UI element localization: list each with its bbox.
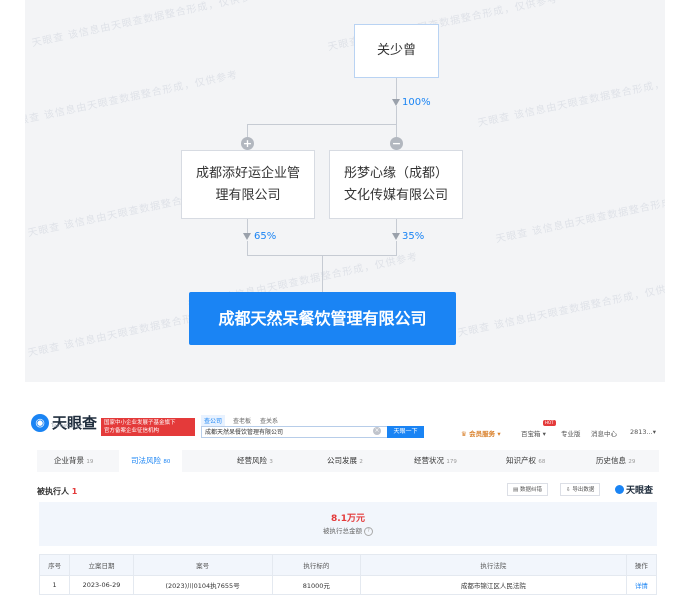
summary-box: 8.1万元 被执行总金额? [39, 502, 657, 546]
data-correct-label: 数据纠错 [519, 487, 542, 493]
data-correct-button[interactable]: ▤ 数据纠错 [507, 483, 548, 496]
table-header-row: 序号 立案日期 案号 执行标的 执行法院 操作 [38, 554, 658, 576]
col-header: 执行法院 [360, 554, 627, 576]
tab-ip[interactable]: 知识产权 68 [506, 450, 545, 472]
company-page: ◉ 天眼查 TianYanCha.com 国家中小企业发展子基金旗下 官方备案企… [29, 406, 665, 602]
search-input[interactable]: 成都天然呆餐饮管理有限公司 [201, 426, 387, 438]
certification-badge: 国家中小企业发展子基金旗下 官方备案企业征信机构 [101, 418, 195, 436]
collapse-icon[interactable]: − [390, 137, 403, 150]
section-logo-text: 天眼查 [626, 486, 654, 496]
cell-court: 成都市锦江区人民法院 [360, 575, 627, 595]
watermark: 天眼查 该信息由天眼查数据整合形成，仅供参考 [476, 69, 665, 130]
clear-icon[interactable]: × [373, 427, 381, 435]
connector-line [396, 106, 397, 124]
tab-business-risk[interactable]: 经营风险 3 [237, 450, 273, 472]
section-title-text: 被执行人 [37, 487, 69, 496]
tab-history[interactable]: 历史信息 29 [596, 450, 635, 472]
shareholder-node-top[interactable]: 关少曾 [354, 24, 439, 78]
site-header: ◉ 天眼查 TianYanCha.com 国家中小企业发展子基金旗下 官方备案企… [29, 406, 665, 446]
document-icon: ▤ [513, 487, 520, 493]
expand-icon[interactable]: + [241, 137, 254, 150]
vip-label: 会员服务 [469, 430, 496, 438]
export-data-button[interactable]: ⇩ 导出数据 [560, 483, 601, 496]
arrow-down-icon [392, 233, 400, 240]
arrow-down-icon [243, 233, 251, 240]
hot-badge: HOT [543, 420, 556, 426]
connector-line [322, 255, 323, 292]
watermark: 天眼查 该信息由天眼查数据整合形成，仅供参考 [25, 69, 240, 130]
col-header: 操作 [625, 554, 658, 576]
connector-line [247, 219, 248, 233]
tab-development[interactable]: 公司发展 2 [327, 450, 363, 472]
summary-value: 8.1万元 [331, 514, 365, 524]
connector-line [247, 124, 397, 125]
section-logo: 天眼查 [615, 483, 653, 496]
cell-amount: 81000元 [271, 575, 362, 595]
toolbox-link[interactable]: 百宝箱 ▾ [521, 428, 546, 438]
summary-label: 被执行总金额? [39, 525, 657, 536]
watermark: 天眼查 该信息由天眼查数据整合形成，仅供参考 [456, 279, 665, 340]
watermark: 天眼查 该信息由天眼查数据整合形成，仅供参考 [494, 185, 665, 246]
search-tab-boss[interactable]: 查老板 [230, 415, 254, 426]
section-tabs: 企业背景 19 司法风险 80 经营风险 3 公司发展 2 经营状况 179 知… [37, 450, 659, 472]
tab-background[interactable]: 企业背景 19 [54, 450, 93, 472]
vip-service-link[interactable]: ♛ 会员服务 ▾ [461, 428, 501, 438]
connector-line [396, 219, 397, 233]
badge-line2: 官方备案企业征信机构 [104, 428, 160, 434]
table-row: 1 2023-06-29 (2023)川0104执7655号 81000元 成都… [38, 575, 658, 595]
section-title: 被执行人 1 [37, 486, 77, 497]
enforcement-table: 序号 立案日期 案号 执行标的 执行法院 操作 1 2023-06-29 (20… [38, 554, 658, 595]
col-header: 执行标的 [271, 554, 362, 576]
share-pct-left: 65% [254, 231, 277, 242]
export-label: 导出数据 [572, 487, 595, 493]
col-header: 案号 [132, 554, 273, 576]
toolbox-label: 百宝箱 [521, 430, 541, 438]
share-pct-right: 35% [402, 231, 425, 242]
user-menu[interactable]: 2813...▾ [630, 428, 656, 436]
tab-operation[interactable]: 经营状况 179 [414, 450, 457, 472]
connector-line [396, 241, 397, 255]
col-header: 序号 [38, 554, 71, 576]
eye-logo-icon: ◉ [31, 414, 49, 432]
section-count: 1 [71, 487, 78, 496]
shareholder-node-right[interactable]: 彤梦心缘（成都）文化传媒有限公司 [329, 150, 463, 219]
crown-icon: ♛ [461, 430, 470, 438]
badge-line1: 国家中小企业发展子基金旗下 [104, 420, 176, 426]
watermark: 天眼查 该信息由天眼查数据整合形成，仅供参考 [30, 0, 264, 50]
detail-link[interactable]: 详情 [625, 575, 658, 595]
search-button[interactable]: 天眼一下 [387, 426, 424, 438]
message-center-link[interactable]: 消息中心 [591, 428, 617, 438]
cell-index: 1 [38, 575, 71, 595]
arrow-down-icon [392, 99, 400, 106]
connector-line [247, 241, 248, 255]
eye-logo-icon [615, 485, 624, 494]
logo-sub: TianYanCha.com [51, 423, 84, 428]
search-tab-company[interactable]: 查公司 [201, 415, 226, 426]
search-tab-relation[interactable]: 查关系 [257, 415, 281, 426]
pro-link[interactable]: 专业版 [561, 428, 581, 438]
help-icon[interactable]: ? [364, 526, 373, 536]
share-pct-top: 100% [402, 97, 431, 108]
cell-case-no: (2023)川0104执7655号 [132, 575, 273, 595]
tab-legal-risk[interactable]: 司法风险 80 [119, 450, 183, 472]
cell-date: 2023-06-29 [69, 575, 134, 595]
equity-chart: 天眼查 该信息由天眼查数据整合形成，仅供参考 天眼查 该信息由天眼查数据整合形成… [25, 0, 665, 382]
shareholder-node-left[interactable]: 成都添好运企业管理有限公司 [181, 150, 315, 219]
col-header: 立案日期 [69, 554, 134, 576]
user-label: 2813... [630, 428, 653, 436]
target-company-node[interactable]: 成都天然呆餐饮管理有限公司 [189, 292, 456, 345]
